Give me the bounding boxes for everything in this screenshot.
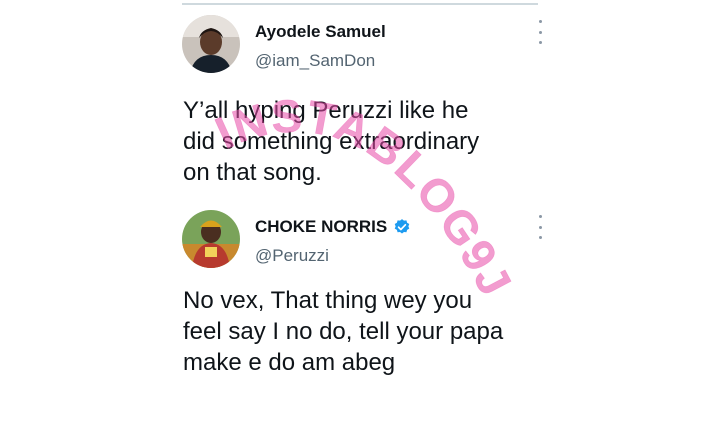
tweet-text: Y’all hyping Peruzzi like he did somethi… xyxy=(183,97,480,186)
tweet-screenshot: Ayodele Samuel @iam_SamDon Y’all hyping … xyxy=(162,0,558,422)
display-name[interactable]: CHOKE NORRIS xyxy=(255,217,387,237)
name-row: Ayodele Samuel xyxy=(255,22,386,42)
more-icon[interactable] xyxy=(535,20,545,44)
name-row: CHOKE NORRIS xyxy=(255,217,411,237)
avatar[interactable] xyxy=(182,15,240,73)
user-handle[interactable]: @iam_SamDon xyxy=(255,51,375,71)
tweet-text: No vex, That thing wey you feel say I no… xyxy=(183,287,504,376)
tweet[interactable]: Ayodele Samuel @iam_SamDon Y’all hyping … xyxy=(162,10,558,205)
verified-badge-icon xyxy=(394,219,410,234)
more-icon[interactable] xyxy=(535,215,545,239)
avatar[interactable] xyxy=(182,210,240,268)
display-name[interactable]: Ayodele Samuel xyxy=(255,22,386,42)
tweet[interactable]: CHOKE NORRIS @Peruzzi No vex, That thing… xyxy=(162,205,558,422)
divider xyxy=(182,3,538,5)
user-handle[interactable]: @Peruzzi xyxy=(255,246,329,266)
